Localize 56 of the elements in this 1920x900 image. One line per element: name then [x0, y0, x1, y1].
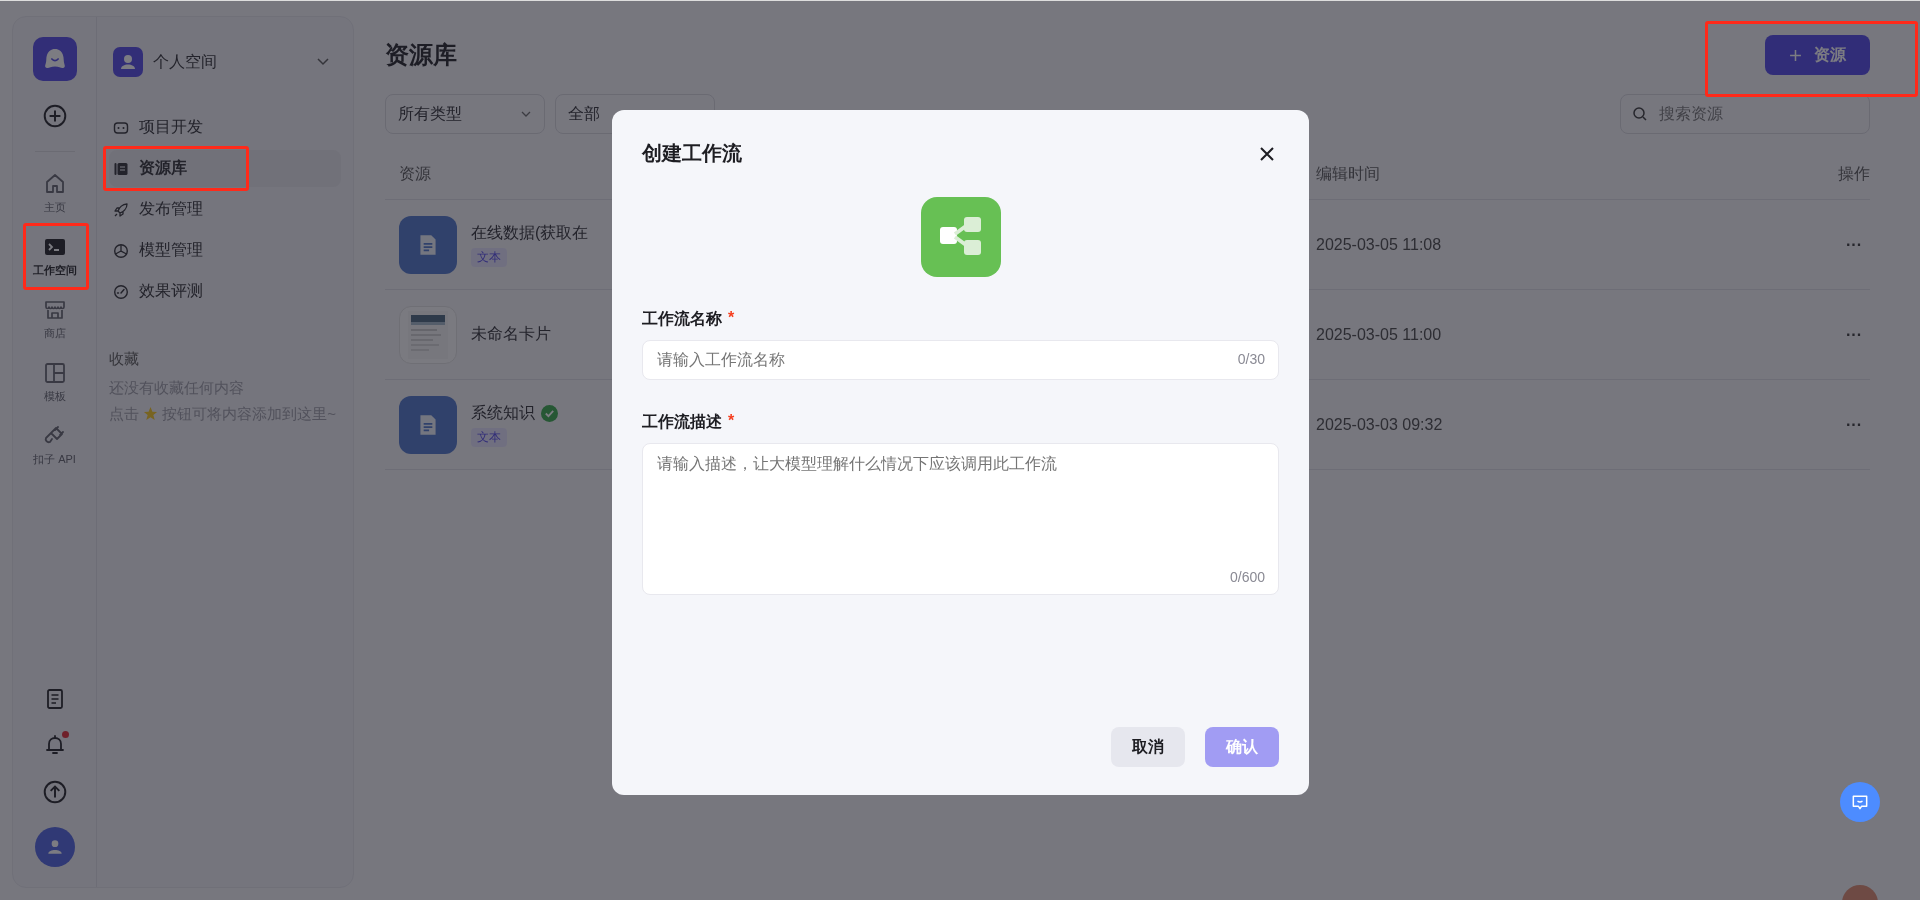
rocket-icon: [113, 201, 129, 218]
document-icon: [399, 215, 457, 274]
workspace-selector[interactable]: 个人空间: [109, 43, 341, 81]
nav-item[interactable]: 工作空间: [28, 229, 81, 284]
cube-icon: [113, 242, 129, 259]
resource-name[interactable]: 在线数据(获取在: [471, 222, 589, 244]
field-label: 工作流名称: [642, 309, 722, 329]
more-button[interactable]: ···: [1790, 415, 1870, 434]
user-icon: [113, 47, 143, 77]
type-tag: 文本: [471, 247, 507, 267]
cancel-button[interactable]: 取消: [1111, 727, 1185, 767]
required-mark: *: [728, 412, 735, 431]
column-header: 编辑时间: [1316, 163, 1381, 184]
field-label: 工作流描述: [642, 412, 722, 432]
section-title: 收藏: [109, 350, 140, 369]
menu-item[interactable]: 效果评测: [109, 273, 341, 310]
user-avatar[interactable]: [34, 827, 75, 867]
document-icon: [399, 395, 457, 454]
add-resource-button[interactable]: 资源: [1765, 35, 1870, 75]
menu-item[interactable]: 发布管理: [109, 191, 341, 228]
menu-item[interactable]: 模型管理: [109, 232, 341, 269]
resource-name[interactable]: 未命名卡片: [471, 324, 551, 345]
menu-item[interactable]: 资源库: [109, 150, 341, 187]
type-tag: 文本: [471, 427, 507, 447]
table-cell-text: 2025-03-05 11:00: [1316, 325, 1443, 344]
search-icon: [1632, 106, 1648, 122]
required-mark: *: [728, 309, 735, 328]
column-header: 操作: [1837, 163, 1870, 184]
character-counter: 0/600: [1229, 569, 1265, 585]
upload-icon[interactable]: [41, 779, 68, 805]
layout-icon: [42, 361, 67, 385]
page-title: 资源库: [385, 40, 457, 70]
filter-dropdown[interactable]: 所有类型: [385, 94, 545, 134]
star-icon: [143, 406, 159, 421]
table-cell-text: 2025-03-03 09:32: [1316, 415, 1444, 434]
plus-icon: [1789, 48, 1802, 62]
gauge-icon: [113, 283, 129, 300]
resource-name[interactable]: 系统知识: [471, 402, 535, 424]
column-header: 资源: [398, 163, 432, 184]
app-logo[interactable]: [32, 37, 77, 81]
book-icon: [113, 160, 129, 177]
close-icon[interactable]: [1259, 145, 1275, 162]
dialog-title: 创建工作流: [642, 141, 742, 166]
more-button[interactable]: ···: [1790, 325, 1870, 344]
robot-icon: [113, 119, 129, 136]
more-button[interactable]: ···: [1790, 235, 1870, 254]
table-cell-text: 2025-03-05 11:08: [1316, 235, 1443, 254]
character-counter: 0/30: [1237, 351, 1265, 367]
add-icon[interactable]: [41, 103, 68, 129]
chevron-icon: [317, 58, 329, 66]
menu-item[interactable]: 项目开发: [109, 109, 341, 146]
workflow-icon: [920, 197, 1001, 277]
nav-item[interactable]: 模板: [38, 355, 71, 410]
store-icon: [42, 298, 67, 322]
nav-item[interactable]: 主页: [38, 166, 71, 221]
chat-icon[interactable]: [1840, 782, 1880, 822]
